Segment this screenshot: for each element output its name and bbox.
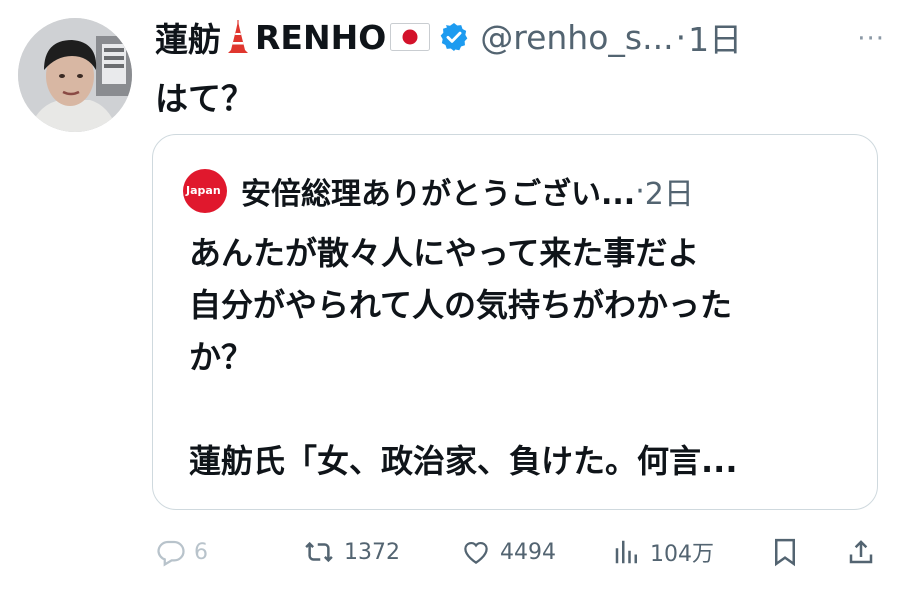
reply-count: 6 (194, 539, 208, 565)
avatar-photo (18, 18, 132, 132)
tokyo-tower-emoji (225, 20, 251, 54)
quoted-author-avatar[interactable]: Japan (183, 169, 227, 213)
reply-icon (157, 540, 185, 567)
quoted-tweet-header: Japan 安倍総理ありがとうござい... · 2日 (183, 169, 694, 213)
tweet-header: 蓮舫 RENHO @renho_s... · 1日 ··· (155, 14, 885, 60)
quoted-text-line: 自分がやられて人の気持ちがわかった (189, 286, 733, 324)
separator-dot: · (675, 17, 687, 57)
bookmark-button[interactable] (770, 530, 808, 574)
bookmark-icon (775, 538, 795, 567)
more-options-icon[interactable]: ··· (857, 24, 885, 54)
quoted-text-line: 蓮舫氏「女、政治家、負けた。何言... (189, 442, 738, 480)
display-name-label[interactable]: RENHO (255, 18, 386, 57)
reply-button[interactable]: 6 (156, 530, 208, 574)
tweet-action-bar: 6 1372 4494 104万 (150, 530, 890, 574)
views-icon (615, 540, 637, 564)
quoted-text-line: か？ (189, 338, 254, 376)
views-button[interactable]: 104万 (612, 530, 714, 574)
tweet-time[interactable]: 1日 (688, 13, 742, 61)
share-icon (849, 540, 873, 564)
quoted-tweet-time[interactable]: 2日 (645, 169, 694, 213)
display-name[interactable]: 蓮舫 (155, 13, 221, 61)
quoted-separator-dot: · (635, 173, 645, 209)
quoted-author-name[interactable]: 安倍総理ありがとうござい... (241, 169, 635, 213)
retweet-icon (305, 541, 333, 563)
quoted-tweet-text: あんたが散々人にやって来た事だよ 自分がやられて人の気持ちがわかった か？ 蓮舫… (189, 227, 849, 487)
avatar[interactable] (18, 18, 132, 132)
share-button[interactable] (846, 530, 884, 574)
like-icon (464, 541, 488, 564)
retweet-button[interactable]: 1372 (302, 530, 400, 574)
views-count: 104万 (650, 542, 714, 567)
verified-badge-icon (438, 21, 470, 53)
japan-flag-emoji (390, 23, 431, 51)
like-button[interactable]: 4494 (460, 530, 556, 574)
like-count: 4494 (500, 539, 556, 565)
quoted-tweet-card[interactable]: Japan 安倍総理ありがとうござい... · 2日 あんたが散々人にやって来た… (152, 134, 878, 510)
quoted-text-line: あんたが散々人にやって来た事だよ (189, 234, 700, 272)
retweet-count: 1372 (344, 539, 400, 565)
user-handle[interactable]: @renho_s... (480, 18, 673, 57)
quoted-avatar-logo-text: Japan (186, 184, 221, 197)
tweet-text: はて？ (155, 79, 254, 118)
